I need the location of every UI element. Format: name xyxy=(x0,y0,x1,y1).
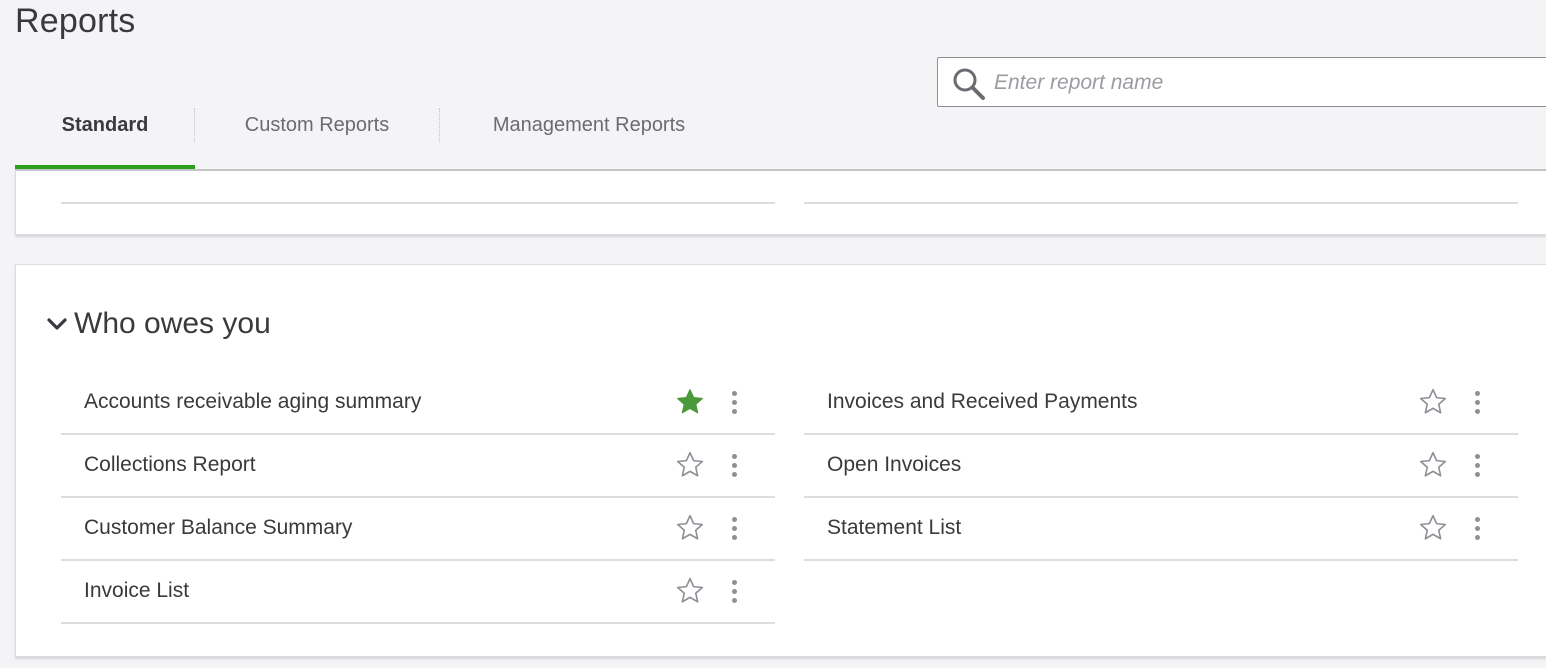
more-options-icon[interactable] xyxy=(1473,517,1481,543)
star-outline-icon[interactable] xyxy=(1418,513,1448,543)
report-link[interactable]: Invoice List xyxy=(84,579,189,603)
list-item-previous xyxy=(804,141,1518,204)
report-row[interactable]: Customer Balance Summary xyxy=(61,498,775,561)
list-item-previous xyxy=(61,141,775,204)
report-link[interactable]: Accounts receivable aging summary xyxy=(84,390,421,414)
star-outline-icon[interactable] xyxy=(675,576,705,606)
report-row[interactable]: Accounts receivable aging summary xyxy=(61,372,775,435)
report-row[interactable]: Statement List xyxy=(804,498,1518,561)
more-options-icon[interactable] xyxy=(730,580,738,606)
report-row[interactable]: Collections Report xyxy=(61,435,775,498)
report-section-card-previous xyxy=(15,171,1546,235)
page-title: Reports xyxy=(15,2,136,40)
tab-separator xyxy=(439,108,440,142)
more-options-icon[interactable] xyxy=(730,454,738,480)
more-options-icon[interactable] xyxy=(730,391,738,417)
section-title: Who owes you xyxy=(74,307,271,340)
star-outline-icon[interactable] xyxy=(675,450,705,480)
chevron-down-icon xyxy=(47,318,67,330)
report-link[interactable]: Invoices and Received Payments xyxy=(827,390,1138,414)
report-link[interactable]: Collections Report xyxy=(84,453,256,477)
star-outline-icon[interactable] xyxy=(1418,387,1448,417)
report-section-card: Who owes you Accounts receivable aging s… xyxy=(15,264,1546,657)
report-row[interactable]: Invoices and Received Payments xyxy=(804,372,1518,435)
star-filled-icon[interactable] xyxy=(675,387,705,417)
report-row[interactable]: Invoice List xyxy=(61,561,775,624)
more-options-icon[interactable] xyxy=(1473,391,1481,417)
report-link[interactable]: Statement List xyxy=(827,516,961,540)
more-options-icon[interactable] xyxy=(1473,454,1481,480)
star-outline-icon[interactable] xyxy=(1418,450,1448,480)
star-outline-icon[interactable] xyxy=(675,513,705,543)
report-link[interactable]: Customer Balance Summary xyxy=(84,516,352,540)
report-link[interactable]: Open Invoices xyxy=(827,453,961,477)
more-options-icon[interactable] xyxy=(730,517,738,543)
report-row[interactable]: Open Invoices xyxy=(804,435,1518,498)
tab-separator xyxy=(194,108,195,142)
